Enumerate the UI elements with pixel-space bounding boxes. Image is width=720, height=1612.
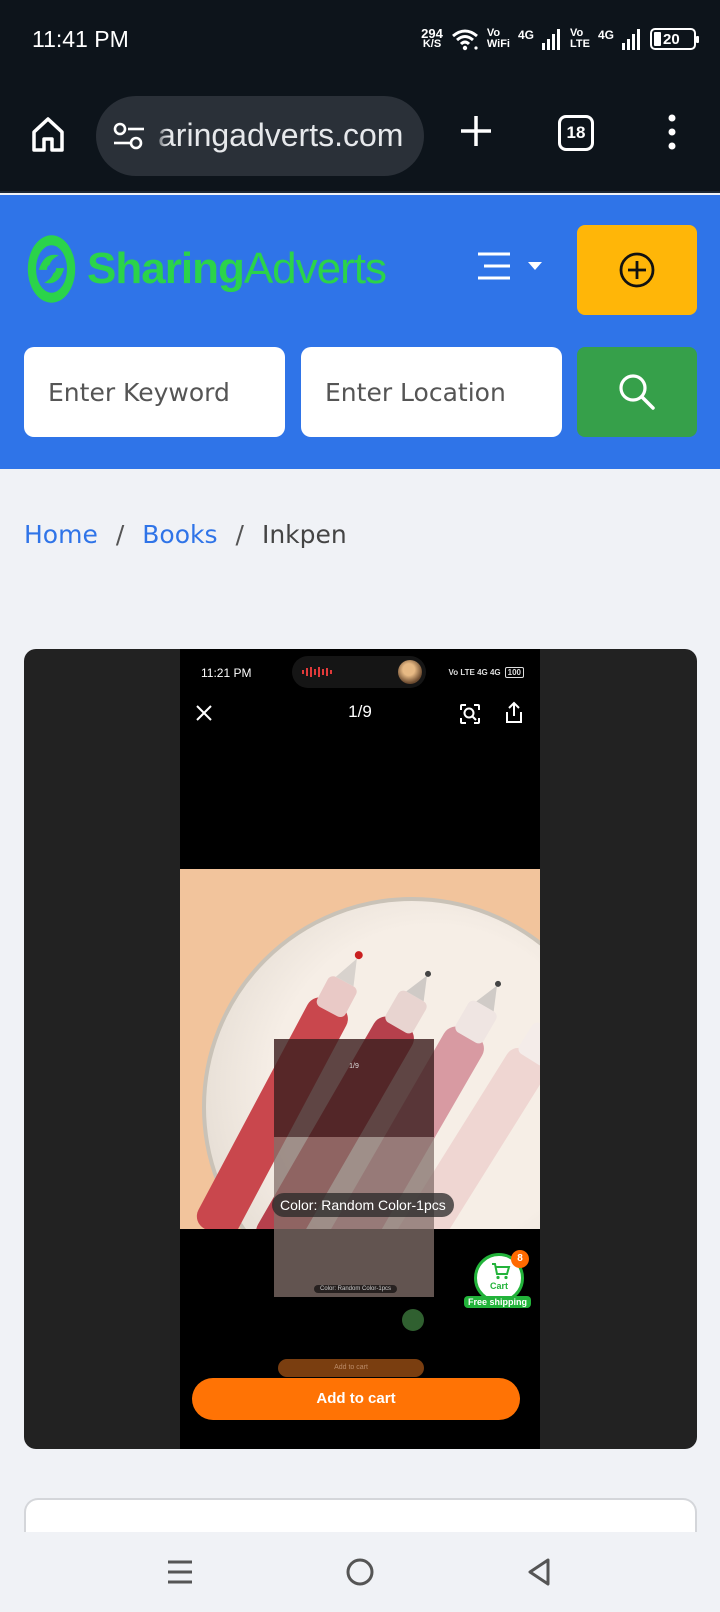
overlay-screenshot-photo — [274, 1137, 434, 1297]
share-icon — [506, 701, 522, 723]
logo-text-part1: Sharing — [87, 244, 245, 293]
wifi-icon — [451, 29, 478, 51]
battery-fill — [654, 32, 661, 46]
photo-status-icons: Vo LTE 4G 4G 100 — [448, 667, 524, 678]
status-time: 11:41 PM — [32, 26, 129, 52]
overlay-add-to-cart: Add to cart — [278, 1359, 424, 1377]
cart-count-badge: 8 — [511, 1250, 529, 1268]
photo-dynamic-island — [292, 656, 426, 688]
photo-network: Vo LTE 4G 4G — [448, 668, 501, 677]
site-logo[interactable]: SharingAdverts — [26, 229, 387, 309]
breadcrumb-separator: / — [235, 520, 244, 549]
keyword-input[interactable] — [24, 347, 285, 437]
site-settings-icon[interactable] — [112, 121, 146, 151]
volte-bottom: LTE — [570, 38, 590, 50]
system-nav-bar — [0, 1532, 720, 1612]
browser-toolbar: aringadverts.com 18 — [0, 80, 720, 193]
network-type-1: 4G — [518, 28, 535, 42]
photo-battery: 100 — [504, 667, 524, 678]
signal-icon-2 — [622, 29, 640, 50]
cart-label: Cart — [489, 1281, 508, 1291]
logo-mark-icon — [27, 235, 76, 303]
battery-icon: 20 — [650, 28, 699, 50]
search-button[interactable] — [577, 347, 697, 437]
new-tab-icon[interactable] — [458, 113, 494, 149]
network-type-2: 4G — [597, 28, 614, 42]
color-variant-label: Color: Random Color-1pcs — [272, 1193, 454, 1217]
overlay-screenshot: 1/9 Color: Random Color-1pcs — [274, 1039, 434, 1297]
vowifi-label: Vo WiFi — [487, 28, 510, 50]
overlay-screenshot-top: 1/9 — [274, 1039, 434, 1137]
image-counter: 1/9 — [348, 702, 372, 721]
breadcrumb-home[interactable]: Home — [24, 520, 98, 549]
overlay-cart-icon — [402, 1309, 424, 1331]
photo-time: 11:21 PM — [201, 666, 252, 680]
audio-wave-icon — [302, 667, 332, 677]
cart-icon — [492, 1263, 511, 1280]
vowifi-bottom: WiFi — [486, 38, 510, 50]
url-text[interactable]: aringadverts.com — [158, 117, 403, 154]
product-photo[interactable]: 11:21 PM Vo LTE 4G 4G 100 1/9 1/9 Color:… — [180, 649, 540, 1449]
recent-apps-icon[interactable] — [160, 1552, 200, 1592]
search-icon — [619, 374, 655, 410]
product-image-card[interactable]: 11:21 PM Vo LTE 4G 4G 100 1/9 1/9 Color:… — [24, 649, 697, 1449]
photo-toolbar: 1/9 — [180, 697, 540, 743]
volte-label: Vo LTE — [570, 28, 590, 50]
location-input[interactable] — [301, 347, 562, 437]
overlay-color-label: Color: Random Color-1pcs — [314, 1285, 398, 1293]
breadcrumb: Home / Books / Inkpen — [24, 520, 347, 549]
net-speed: 294 K/S — [421, 27, 443, 50]
address-bar[interactable]: aringadverts.com — [96, 96, 424, 176]
breadcrumb-current: Inkpen — [261, 520, 347, 549]
overlay-counter: 1/9 — [349, 1063, 359, 1070]
add-to-cart-button: Add to cart — [192, 1378, 520, 1420]
net-speed-unit: K/S — [422, 38, 442, 50]
back-icon[interactable] — [520, 1552, 560, 1592]
breadcrumb-separator: / — [115, 520, 125, 549]
avatar — [398, 660, 422, 684]
url-fade — [152, 96, 168, 176]
more-menu-icon[interactable] — [664, 112, 680, 152]
post-ad-button[interactable] — [577, 225, 697, 315]
home-icon[interactable] — [28, 114, 68, 154]
plus-circle-icon — [619, 252, 655, 288]
status-icons: 294 K/S Vo WiFi 4G Vo LTE 4G 20 — [421, 24, 699, 54]
menu-toggle-icon[interactable] — [476, 250, 548, 286]
breadcrumb-category[interactable]: Books — [142, 520, 217, 549]
battery-level: 20 — [663, 30, 680, 48]
free-shipping-badge: Free shipping — [464, 1296, 532, 1308]
signal-icon-1 — [542, 29, 561, 50]
logo-text-part2: Adverts — [243, 244, 387, 293]
tab-switcher-button[interactable]: 18 — [558, 115, 594, 151]
photo-status-bar: 11:21 PM Vo LTE 4G 4G 100 — [180, 649, 540, 697]
status-bar: 11:41 PM 294 K/S Vo WiFi 4G Vo LTE 4G 20 — [0, 0, 720, 80]
lens-search-icon — [460, 704, 480, 724]
logo-text: SharingAdverts — [87, 244, 387, 294]
home-nav-icon[interactable] — [340, 1552, 380, 1592]
site-header: SharingAdverts — [0, 195, 720, 469]
